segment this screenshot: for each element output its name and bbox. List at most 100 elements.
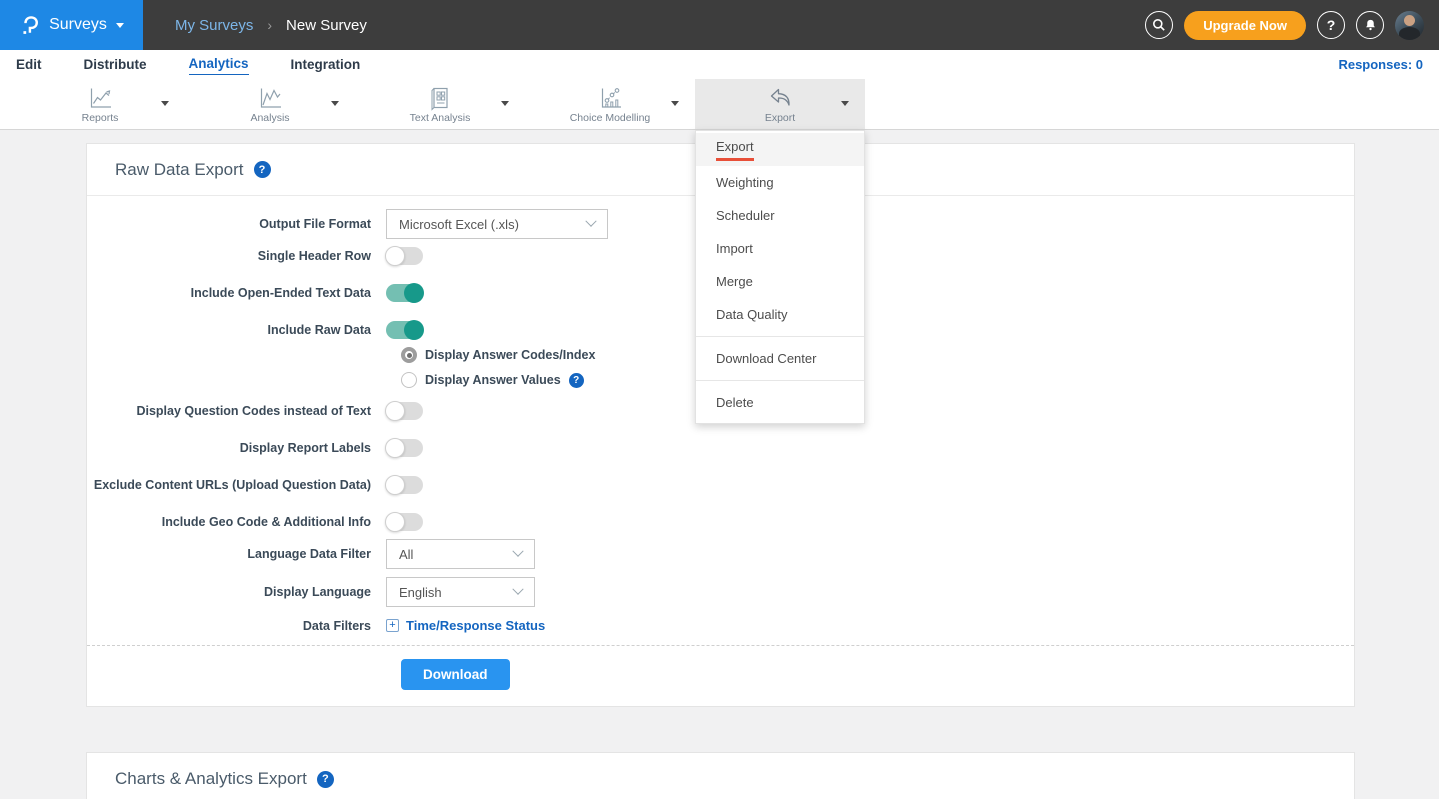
field-label: Output File Format <box>87 217 386 231</box>
upgrade-now-button[interactable]: Upgrade Now <box>1184 11 1306 40</box>
select-value: English <box>399 585 442 600</box>
questionpro-logo <box>19 13 40 38</box>
menu-item-scheduler[interactable]: Scheduler <box>696 199 864 232</box>
toolbar-tab-label: Export <box>765 112 795 124</box>
panel-header: Charts & Analytics Export <box>87 753 1354 799</box>
chevron-down-icon <box>512 546 523 557</box>
field-label: Display Report Labels <box>87 441 386 455</box>
breadcrumb: My Surveys › New Survey <box>175 17 367 34</box>
language-data-filter-select[interactable]: All <box>386 539 535 569</box>
output-format-select[interactable]: Microsoft Excel (.xls) <box>386 209 608 239</box>
toolbar-tab-label: Reports <box>82 112 119 124</box>
tab-edit[interactable]: Edit <box>16 55 42 75</box>
field-label: Language Data Filter <box>87 547 386 561</box>
field-label: Display Language <box>87 585 386 599</box>
notifications-button[interactable] <box>1356 11 1384 39</box>
link-label: Time/Response Status <box>406 618 545 633</box>
toolbar-tab-label: Text Analysis <box>410 112 471 124</box>
analytics-toolbar: Reports Analysis Text Analysis <box>0 79 1439 130</box>
radio-option-answer-codes[interactable]: Display Answer Codes/Index <box>401 347 1354 363</box>
toggle-knob <box>404 283 424 303</box>
radio-unselected-icon <box>401 372 417 388</box>
export-settings-page: Surveys My Surveys › New Survey Upgrade … <box>0 0 1439 799</box>
download-button[interactable]: Download <box>401 659 510 690</box>
toolbar-tab-label: Choice Modelling <box>570 112 651 124</box>
toolbar-tab-choice-modelling[interactable]: Choice Modelling <box>525 79 695 129</box>
chevron-down-icon[interactable] <box>331 101 339 106</box>
single-header-row-toggle[interactable] <box>386 247 423 265</box>
top-bar: Surveys My Surveys › New Survey Upgrade … <box>0 0 1439 50</box>
menu-divider <box>696 380 864 381</box>
radio-selected-icon <box>401 347 417 363</box>
chevron-down-icon[interactable] <box>161 101 169 106</box>
help-icon[interactable] <box>317 771 334 788</box>
search-icon <box>1151 17 1167 33</box>
field-label: Include Raw Data <box>87 323 386 337</box>
export-arrow-icon <box>767 85 793 111</box>
bell-icon <box>1363 18 1378 33</box>
select-value: Microsoft Excel (.xls) <box>399 217 519 232</box>
menu-item-download-center[interactable]: Download Center <box>696 342 864 375</box>
charts-analytics-export-panel: Charts & Analytics Export <box>86 752 1355 799</box>
toolbar-tab-analysis[interactable]: Analysis <box>185 79 355 129</box>
breadcrumb-separator: › <box>267 17 272 33</box>
reports-chart-icon <box>87 85 113 111</box>
toolbar-tab-label: Analysis <box>250 112 289 124</box>
export-dropdown-menu: Export Weighting Scheduler Import Merge … <box>695 130 865 424</box>
chevron-down-icon <box>585 216 596 227</box>
geo-code-toggle[interactable] <box>386 513 423 531</box>
breadcrumb-my-surveys[interactable]: My Surveys <box>175 17 253 34</box>
display-language-select[interactable]: English <box>386 577 535 607</box>
menu-item-import[interactable]: Import <box>696 232 864 265</box>
include-raw-data-toggle[interactable] <box>386 321 423 339</box>
question-codes-toggle[interactable] <box>386 402 423 420</box>
toggle-knob <box>404 320 424 340</box>
radio-option-answer-values[interactable]: Display Answer Values <box>401 372 1354 388</box>
chevron-down-icon[interactable] <box>501 101 509 106</box>
menu-item-delete[interactable]: Delete <box>696 386 864 419</box>
menu-item-merge[interactable]: Merge <box>696 265 864 298</box>
field-label: Include Geo Code & Additional Info <box>87 515 386 529</box>
product-switcher[interactable]: Surveys <box>0 0 143 50</box>
chevron-down-icon[interactable] <box>841 101 849 106</box>
tab-distribute[interactable]: Distribute <box>84 55 147 75</box>
tab-integration[interactable]: Integration <box>291 55 361 75</box>
user-avatar[interactable] <box>1395 11 1424 40</box>
help-button[interactable] <box>1317 11 1345 39</box>
toolbar-tab-export[interactable]: Export <box>695 79 865 129</box>
menu-item-export[interactable]: Export <box>696 133 864 166</box>
toggle-knob <box>385 438 405 458</box>
field-label: Include Open-Ended Text Data <box>87 286 386 300</box>
plus-square-icon <box>386 619 399 632</box>
toggle-knob <box>385 475 405 495</box>
help-icon[interactable] <box>254 161 271 178</box>
help-icon[interactable] <box>569 373 584 388</box>
field-label: Exclude Content URLs (Upload Question Da… <box>87 478 386 492</box>
panel-title: Charts & Analytics Export <box>115 769 307 789</box>
toggle-knob <box>385 512 405 532</box>
toggle-knob <box>385 401 405 421</box>
include-open-ended-toggle[interactable] <box>386 284 423 302</box>
search-button[interactable] <box>1145 11 1173 39</box>
menu-item-weighting[interactable]: Weighting <box>696 166 864 199</box>
select-value: All <box>399 547 413 562</box>
time-response-status-link[interactable]: Time/Response Status <box>386 618 545 633</box>
product-name: Surveys <box>49 16 107 34</box>
report-labels-toggle[interactable] <box>386 439 423 457</box>
panel-title: Raw Data Export <box>115 160 244 180</box>
toolbar-tab-reports[interactable]: Reports <box>15 79 185 129</box>
field-label: Data Filters <box>87 619 386 633</box>
menu-item-data-quality[interactable]: Data Quality <box>696 298 864 331</box>
survey-nav: Edit Distribute Analytics Integration Re… <box>0 50 1439 79</box>
choice-modelling-icon <box>597 85 623 111</box>
radio-label: Display Answer Codes/Index <box>425 348 595 362</box>
topbar-actions: Upgrade Now <box>1145 11 1439 40</box>
breadcrumb-current-survey: New Survey <box>286 17 367 34</box>
field-label: Single Header Row <box>87 249 386 263</box>
toolbar-tab-text-analysis[interactable]: Text Analysis <box>355 79 525 129</box>
tab-analytics[interactable]: Analytics <box>189 54 249 75</box>
exclude-content-urls-toggle[interactable] <box>386 476 423 494</box>
answer-display-radio-group: Display Answer Codes/Index Display Answe… <box>401 347 1354 388</box>
chevron-down-icon[interactable] <box>671 101 679 106</box>
analysis-chart-icon <box>257 85 283 111</box>
